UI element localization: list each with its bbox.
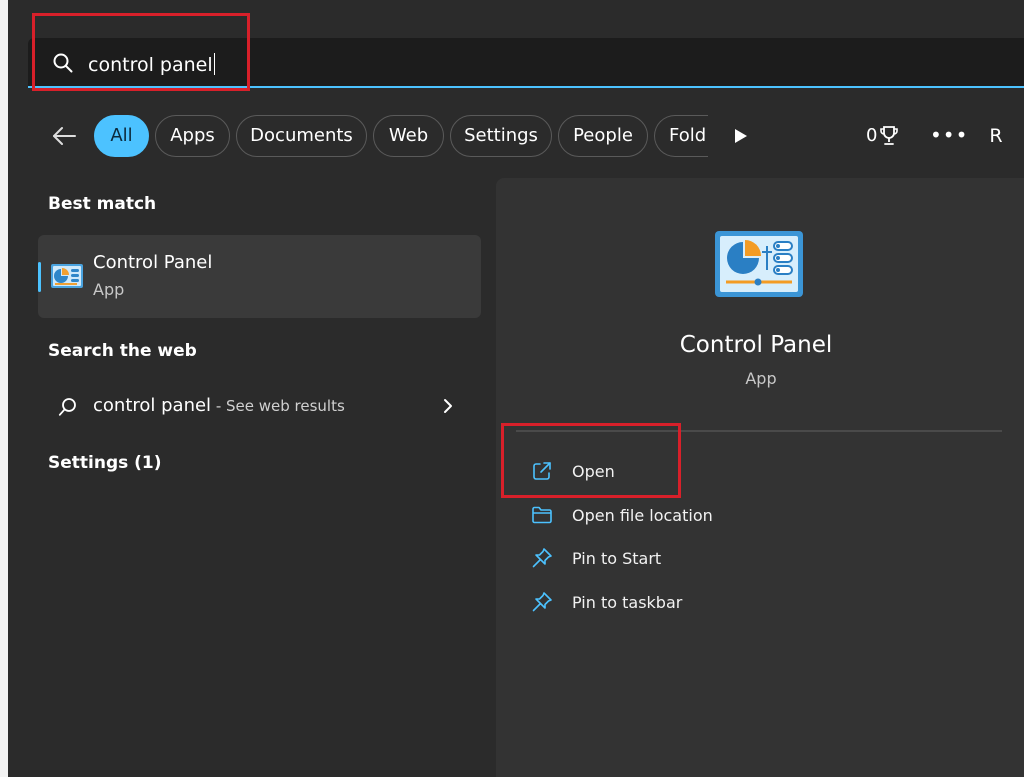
trophy-icon xyxy=(880,126,899,145)
play-icon[interactable] xyxy=(732,126,750,146)
filter-all[interactable]: All xyxy=(94,115,149,157)
points-value: 0 xyxy=(866,125,878,146)
control-panel-icon xyxy=(715,231,803,297)
avatar[interactable]: R xyxy=(982,121,1010,151)
action-pin-to-taskbar[interactable]: Pin to taskbar xyxy=(530,587,830,617)
pin-icon xyxy=(532,592,552,612)
selection-indicator xyxy=(38,262,41,292)
action-pin-to-start-label: Pin to Start xyxy=(572,548,662,568)
action-open-label: Open xyxy=(572,461,615,481)
action-open-file-location-label: Open file location xyxy=(572,505,713,525)
search-icon xyxy=(58,398,76,416)
action-pin-to-taskbar-label: Pin to taskbar xyxy=(572,592,683,612)
filter-documents[interactable]: Documents xyxy=(236,115,367,157)
filter-settings[interactable]: Settings xyxy=(450,115,552,157)
filter-people[interactable]: People xyxy=(558,115,648,157)
action-pin-to-start[interactable]: Pin to Start xyxy=(530,543,830,573)
web-search-query: control panel - See web results xyxy=(93,395,345,416)
folder-icon xyxy=(532,506,552,524)
detail-subtitle: App xyxy=(496,369,1024,388)
best-match-title: Control Panel xyxy=(93,252,213,273)
search-input[interactable]: control panel xyxy=(88,52,215,78)
top-band xyxy=(8,0,1024,36)
back-arrow-icon[interactable] xyxy=(48,120,80,152)
best-match-item[interactable] xyxy=(38,235,481,318)
detail-title: Control Panel xyxy=(496,332,1024,358)
detail-subtitle-text: App xyxy=(745,369,777,388)
settings-heading[interactable]: Settings (1) xyxy=(48,453,162,473)
detail-title-text: Control Panel xyxy=(679,332,833,358)
control-panel-icon xyxy=(51,264,83,288)
action-open[interactable]: Open xyxy=(530,456,830,486)
action-open-file-location[interactable]: Open file location xyxy=(530,500,830,530)
filter-web[interactable]: Web xyxy=(373,115,444,157)
open-icon xyxy=(533,462,551,480)
text-caret xyxy=(213,53,215,75)
web-query-text: control panel xyxy=(93,395,212,416)
filter-folders[interactable]: Fold xyxy=(654,115,708,157)
window-edge xyxy=(0,0,8,777)
best-match-heading: Best match xyxy=(48,194,157,214)
search-icon xyxy=(53,53,73,73)
more-icon[interactable]: ••• xyxy=(930,120,967,150)
best-match-subtitle: App xyxy=(93,280,125,299)
filter-apps[interactable]: Apps xyxy=(155,115,230,157)
pin-icon xyxy=(532,548,552,568)
search-web-heading: Search the web xyxy=(48,341,197,361)
web-results-suffix: - See web results xyxy=(211,397,345,415)
rewards-points[interactable]: 0 xyxy=(866,123,899,149)
search-query-text: control panel xyxy=(88,54,213,76)
chevron-right-icon[interactable] xyxy=(441,398,455,414)
divider xyxy=(516,430,1002,432)
